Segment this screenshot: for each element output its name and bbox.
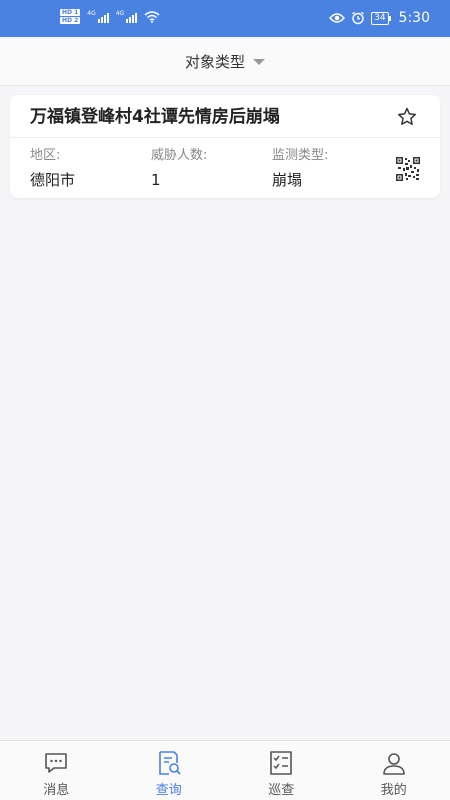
nav-label-patrol: 巡查 bbox=[268, 783, 295, 798]
region-value: 德阳市 bbox=[30, 171, 76, 189]
monitor-type-label: 监测类型: bbox=[272, 148, 329, 163]
wifi-icon bbox=[144, 11, 160, 23]
battery-icon: 34 bbox=[371, 11, 392, 25]
caret-down-icon bbox=[253, 59, 265, 65]
status-left: HD 1 HD 2 4G 4G bbox=[60, 9, 160, 24]
nav-label-messages: 消息 bbox=[43, 783, 70, 798]
object-type-filter[interactable]: 对象类型 bbox=[0, 37, 450, 86]
star-icon[interactable] bbox=[396, 106, 418, 128]
signal1-icon: 4G bbox=[87, 9, 109, 23]
nav-item-patrol[interactable]: 巡查 bbox=[225, 741, 338, 800]
filter-label: 对象类型 bbox=[184, 52, 245, 71]
app-screen: HD 1 HD 2 4G 4G 34 5:30 对象类型 万福镇登峰村4社谭先情… bbox=[0, 0, 450, 800]
status-right: 34 5:30 bbox=[329, 10, 430, 26]
field-region: 地区: 德阳市 bbox=[30, 147, 75, 191]
query-icon bbox=[158, 751, 181, 775]
eye-icon bbox=[329, 13, 346, 23]
nav-label-query: 查询 bbox=[155, 783, 182, 798]
region-label: 地区: bbox=[30, 148, 61, 163]
monitor-type-value: 崩塌 bbox=[272, 171, 303, 189]
result-card[interactable]: 万福镇登峰村4社谭先情房后崩塌 地区: 德阳市 威胁人数: 1 监测类型: 崩塌 bbox=[10, 95, 440, 198]
nav-item-profile[interactable]: 我的 bbox=[338, 741, 450, 800]
field-threatened-people: 威胁人数: 1 bbox=[151, 147, 207, 191]
nav-item-messages[interactable]: 消息 bbox=[0, 741, 113, 800]
hd1-badge: HD 1 bbox=[60, 9, 81, 16]
nav-item-query[interactable]: 查询 bbox=[113, 741, 226, 800]
net2-label: 4G bbox=[115, 9, 125, 17]
hd-indicators: HD 1 HD 2 bbox=[60, 9, 81, 24]
net1-label: 4G bbox=[87, 9, 96, 17]
qr-code-icon[interactable] bbox=[396, 157, 420, 181]
field-monitor-type: 监测类型: 崩塌 bbox=[272, 147, 328, 191]
signal2-icon: 4G bbox=[115, 9, 138, 23]
hd2-badge: HD 2 bbox=[60, 17, 81, 24]
card-divider bbox=[10, 137, 440, 138]
threatened-people-value: 1 bbox=[151, 171, 161, 189]
alarm-icon bbox=[352, 11, 365, 25]
patrol-icon bbox=[270, 751, 293, 775]
card-title: 万福镇登峰村4社谭先情房后崩塌 bbox=[30, 107, 280, 127]
message-icon bbox=[45, 753, 68, 773]
bottom-nav: 消息 查询 巡查 我的 bbox=[0, 740, 450, 800]
clock-time: 5:30 bbox=[398, 10, 430, 26]
user-icon bbox=[382, 753, 405, 775]
nav-label-profile: 我的 bbox=[380, 783, 407, 798]
threatened-people-label: 威胁人数: bbox=[151, 148, 208, 163]
status-bar: HD 1 HD 2 4G 4G 34 5:30 bbox=[0, 0, 450, 37]
